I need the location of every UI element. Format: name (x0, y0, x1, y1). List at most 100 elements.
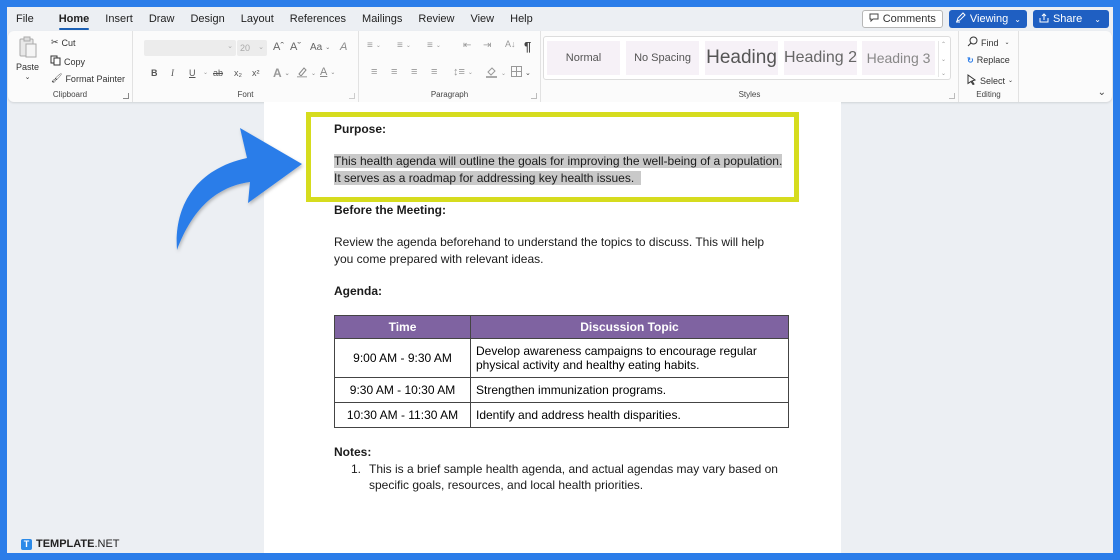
more-styles-icon[interactable]: ⌄ (941, 70, 946, 77)
multilevel-list-button[interactable]: ≡ ⌄ (427, 40, 441, 51)
purpose-paragraph[interactable]: This health agenda will outline the goal… (334, 153, 783, 186)
font-launcher-icon[interactable] (349, 93, 355, 99)
tab-review[interactable]: Review (410, 7, 462, 31)
styles-launcher-icon[interactable] (949, 93, 955, 99)
viewing-mode-button[interactable]: Viewing ⌄ (948, 10, 1027, 28)
clear-formatting-button[interactable]: A (340, 41, 347, 53)
font-size-select[interactable]: 20 ⌄ (237, 40, 267, 56)
search-icon (967, 36, 978, 49)
style-heading[interactable]: Heading (705, 41, 778, 75)
replace-button[interactable]: ↻ Replace (967, 55, 1010, 65)
text-effects-button[interactable]: A ⌄ (273, 66, 290, 80)
chevron-down-icon: ⌄ (325, 45, 331, 51)
strikethrough-button[interactable]: ab (213, 68, 223, 78)
paint-bucket-icon (485, 66, 498, 80)
paste-button[interactable]: Paste ⌄ (16, 35, 39, 81)
shrink-font-button[interactable]: Aˇ (290, 41, 301, 53)
tab-mailings[interactable]: Mailings (354, 7, 410, 31)
chevron-down-icon[interactable]: ⌄ (941, 56, 946, 63)
grow-font-button[interactable]: Aˆ (273, 41, 284, 53)
font-name-select[interactable]: ⌄ (144, 40, 236, 56)
underline-dropdown-chevron-icon[interactable]: ⌄ (203, 69, 208, 76)
chevron-down-icon: ⌄ (405, 43, 411, 49)
underline-button[interactable]: U (189, 68, 196, 78)
tab-home[interactable]: Home (51, 7, 98, 31)
before-meeting-heading: Before the Meeting: (334, 203, 447, 217)
align-center-button[interactable]: ≡ (391, 66, 397, 78)
ribbon: Paste ⌄ ✂ Cut Copy 🖌 Format Painter Clip… (8, 31, 1112, 102)
chevron-down-icon: ⌄ (311, 70, 317, 77)
selected-text-line-2[interactable]: It serves as a roadmap for addressing ke… (334, 170, 635, 185)
highlight-color-button[interactable]: ⌄ (296, 66, 316, 80)
agenda-table: Time Discussion Topic 9:00 AM - 9:30 AM … (334, 315, 789, 428)
watermark-text-bold: TEMPLATE (36, 538, 95, 550)
table-cell-time: 9:00 AM - 9:30 AM (334, 338, 471, 378)
style-heading-3[interactable]: Heading 3 (862, 41, 935, 75)
table-row: 9:30 AM - 10:30 AM Strengthen immunizati… (334, 377, 789, 403)
editing-group-label: Editing (976, 90, 1001, 99)
font-color-button[interactable]: A ⌄ (320, 66, 335, 78)
tab-design[interactable]: Design (182, 7, 232, 31)
subscript-button[interactable]: x₂ (234, 68, 242, 78)
line-spacing-button[interactable]: ↕≡ ⌄ (453, 66, 473, 78)
copy-button[interactable]: Copy (50, 55, 85, 68)
tab-references[interactable]: References (282, 7, 354, 31)
notes-section: Notes: 1. This is a brief sample health … (334, 444, 794, 494)
bullets-button[interactable]: ≡ ⌄ (367, 40, 381, 51)
justify-button[interactable]: ≡ (431, 66, 437, 78)
sort-button[interactable]: A↓ (505, 39, 516, 49)
template-logo-icon: T (21, 538, 32, 550)
superscript-button[interactable]: x² (252, 68, 260, 78)
table-cell-time: 9:30 AM - 10:30 AM (334, 377, 471, 403)
align-left-button[interactable]: ≡ (371, 66, 377, 78)
chevron-up-icon[interactable]: ⌃ (941, 41, 946, 48)
purpose-heading: Purpose: (334, 122, 387, 136)
tab-layout[interactable]: Layout (233, 7, 282, 31)
find-button[interactable]: Find ⌄ (967, 36, 1010, 49)
paragraph-launcher-icon[interactable] (531, 93, 537, 99)
editing-group: Find ⌄ ↻ Replace Select ⌄ Editing (959, 31, 1019, 102)
tab-draw[interactable]: Draw (141, 7, 183, 31)
bold-button[interactable]: B (151, 68, 158, 78)
highlighter-icon (296, 66, 308, 80)
shading-button[interactable]: ⌄ (485, 66, 506, 80)
table-header-row: Time Discussion Topic (334, 315, 789, 339)
tab-view[interactable]: View (462, 7, 502, 31)
comments-button[interactable]: Comments (861, 10, 943, 28)
chevron-down-icon: ⌄ (1094, 14, 1101, 24)
selected-text-line-1[interactable]: This health agenda will outline the goal… (334, 154, 783, 168)
select-button[interactable]: Select ⌄ (967, 74, 1013, 87)
italic-button[interactable]: I (171, 68, 174, 78)
format-painter-button[interactable]: 🖌 Format Painter (51, 73, 125, 84)
tab-file[interactable]: File (7, 7, 42, 31)
increase-indent-button[interactable]: ⇥ (483, 40, 491, 51)
styles-gallery: Normal No Spacing Heading Heading 2 Head… (543, 36, 951, 80)
chevron-down-icon: ⌄ (227, 43, 233, 50)
tab-insert[interactable]: Insert (97, 7, 141, 31)
share-button[interactable]: Share ⌄ (1032, 10, 1109, 28)
change-case-button[interactable]: Aa ⌄ (310, 42, 330, 53)
share-label: Share (1052, 13, 1083, 25)
style-normal[interactable]: Normal (547, 41, 620, 75)
collapse-ribbon-icon[interactable]: ⌄ (1098, 87, 1106, 98)
comments-label: Comments (882, 13, 936, 25)
share-icon (1039, 12, 1049, 26)
style-no-spacing[interactable]: No Spacing (626, 41, 699, 75)
numbering-button[interactable]: ≡ ⌄ (397, 40, 411, 51)
paste-icon (18, 35, 38, 61)
paintbrush-icon: 🖌 (51, 73, 63, 83)
chevron-down-icon: ⌄ (330, 69, 336, 76)
styles-gallery-scroll[interactable]: ⌃ ⌄ ⌄ (938, 41, 948, 77)
align-right-button[interactable]: ≡ (411, 66, 417, 78)
style-heading-2[interactable]: Heading 2 (784, 41, 857, 75)
scissors-icon: ✂ (51, 37, 59, 47)
show-formatting-marks-button[interactable]: ¶ (524, 39, 531, 54)
borders-button[interactable]: ⌄ (511, 66, 531, 79)
table-cell-topic: Strengthen immunization programs. (470, 377, 789, 403)
table-cell-time: 10:30 AM - 11:30 AM (334, 402, 471, 428)
clipboard-launcher-icon[interactable] (123, 93, 129, 99)
cut-label: Cut (61, 37, 76, 48)
cut-button[interactable]: ✂ Cut (51, 37, 76, 48)
tab-help[interactable]: Help (502, 7, 541, 31)
decrease-indent-button[interactable]: ⇤ (463, 40, 471, 51)
